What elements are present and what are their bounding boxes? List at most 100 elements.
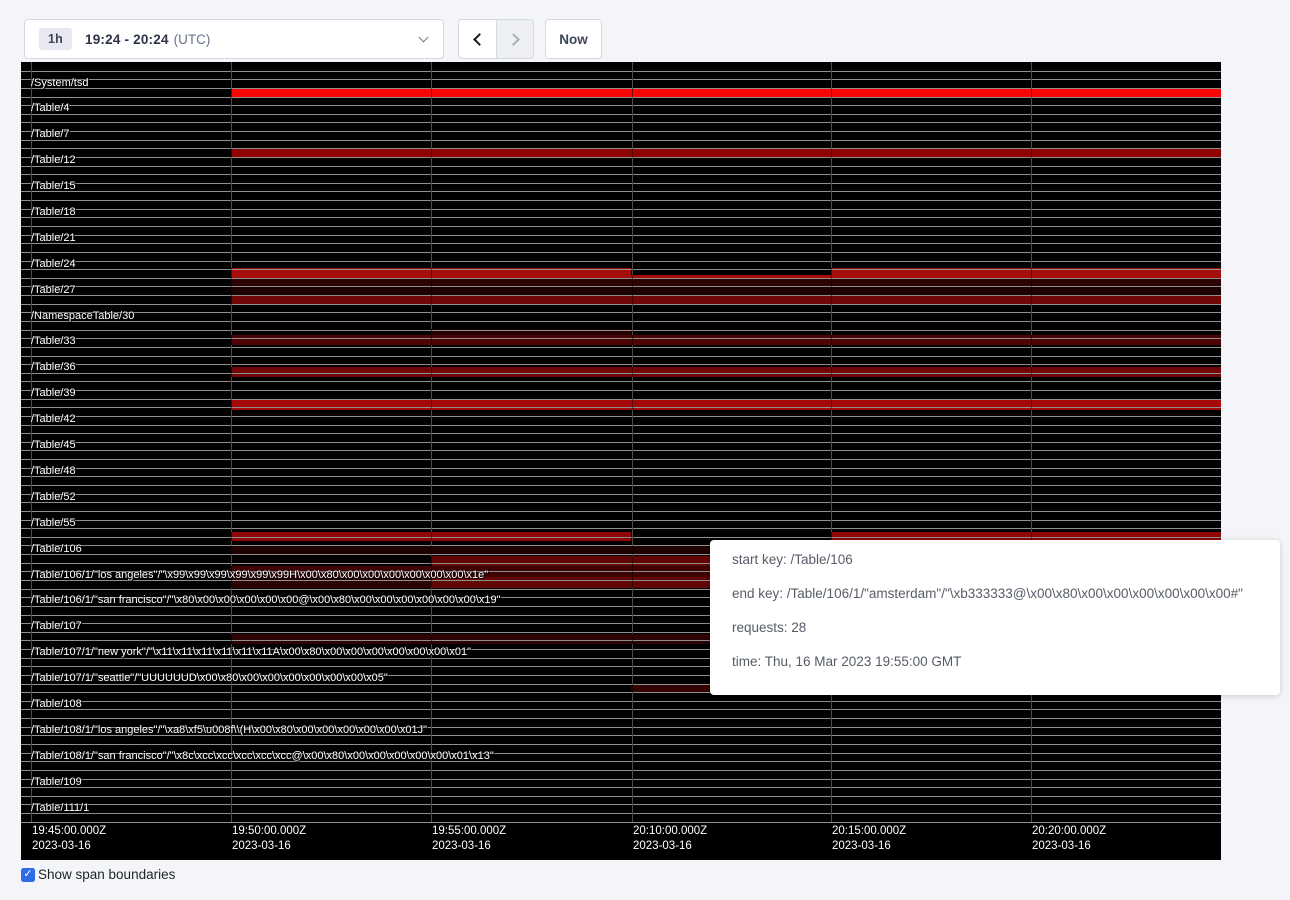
span-boundary-line: [21, 822, 1221, 823]
heat-bar: [231, 400, 1221, 410]
key-span-label: /Table/52: [31, 492, 76, 503]
span-boundary-line: [21, 468, 1221, 469]
span-boundary-line: [21, 399, 1221, 400]
span-boundary-line: [21, 390, 1221, 391]
key-span-label: /Table/106/1/"los angeles"/"\x99\x99\x99…: [31, 570, 488, 581]
span-boundary-line: [21, 157, 1221, 158]
span-boundary-line: [21, 191, 1221, 192]
x-tick-date: 2023-03-16: [832, 840, 891, 853]
heat-bar: [431, 556, 712, 567]
span-boundary-line: [21, 787, 1221, 788]
span-boundary-line: [21, 770, 1221, 771]
span-boundary-line: [21, 407, 1221, 408]
key-span-label: /Table/27: [31, 285, 76, 296]
span-boundary-line: [21, 433, 1221, 434]
x-tick-date: 2023-03-16: [633, 840, 692, 853]
span-boundary-line: [21, 286, 1221, 287]
key-span-label: /Table/24: [31, 259, 76, 270]
span-boundary-line: [21, 321, 1221, 322]
x-tick-date: 2023-03-16: [432, 840, 491, 853]
span-boundary-line: [21, 416, 1221, 417]
span-boundary-line: [21, 709, 1221, 710]
span-boundary-line: [21, 200, 1221, 201]
timezone-text: (UTC): [174, 32, 211, 47]
key-span-label: /Table/108/1/"los angeles"/"\xa8\xf5\u00…: [31, 725, 427, 736]
heat-bar: [231, 278, 1221, 287]
span-boundary-line: [21, 338, 1221, 339]
span-boundary-line: [21, 174, 1221, 175]
key-span-label: /Table/106: [31, 544, 82, 555]
span-boundary-line: [21, 485, 1221, 486]
heat-bar: [231, 634, 712, 644]
span-boundary-line: [21, 226, 1221, 227]
span-boundary-line: [21, 131, 1221, 132]
span-boundary-line: [21, 114, 1221, 115]
key-visualizer-page: 1h 19:24 - 20:24 (UTC) Now /System/tsd/T…: [0, 0, 1290, 900]
time-gridline-overlay: [431, 62, 432, 822]
time-gridline-overlay: [831, 62, 832, 822]
heat-bar: [231, 335, 1221, 345]
key-span-label: /Table/106/1/"san francisco"/"\x80\x00\x…: [31, 595, 501, 606]
span-boundary-line: [21, 459, 1221, 460]
tooltip-requests: requests: 28: [732, 611, 1280, 645]
key-span-label: /Table/39: [31, 388, 76, 399]
span-boundary-line: [21, 269, 1221, 270]
key-span-label: /Table/108: [31, 699, 82, 710]
key-span-label: /Table/48: [31, 466, 76, 477]
tooltip-end-key: end key: /Table/106/1/"amsterdam"/"\xb33…: [732, 577, 1280, 611]
key-span-label: /Table/12: [31, 155, 76, 166]
key-span-label: /Table/15: [31, 181, 76, 192]
time-range-picker[interactable]: 1h 19:24 - 20:24 (UTC): [24, 19, 444, 59]
span-boundary-line: [21, 243, 1221, 244]
time-nav-group: [458, 19, 534, 59]
span-boundary-line: [21, 330, 1221, 331]
time-preset-badge: 1h: [39, 28, 72, 50]
key-span-label: /Table/108/1/"san francisco"/"\x8c\xcc\x…: [31, 751, 494, 762]
span-boundary-line: [21, 122, 1221, 123]
span-boundaries-row: ✓ Show span boundaries: [21, 867, 175, 882]
span-boundary-line: [21, 779, 1221, 780]
key-visualizer-heatmap[interactable]: /System/tsd/Table/4/Table/7/Table/12/Tab…: [21, 62, 1221, 860]
next-range-button[interactable]: [496, 19, 534, 59]
span-boundary-line: [21, 235, 1221, 236]
key-span-label: /Table/109: [31, 777, 82, 788]
previous-range-button[interactable]: [458, 19, 496, 59]
show-span-boundaries-checkbox[interactable]: ✓: [21, 868, 35, 882]
span-boundary-line: [21, 347, 1221, 348]
heat-bar: [231, 148, 1221, 157]
span-boundary-line: [21, 364, 1221, 365]
span-boundary-line: [21, 476, 1221, 477]
x-tick-date: 2023-03-16: [232, 840, 291, 853]
x-tick-time: 20:15:00.000Z: [832, 825, 906, 838]
span-boundary-line: [21, 804, 1221, 805]
span-boundary-line: [21, 373, 1221, 374]
span-boundary-line: [21, 718, 1221, 719]
span-boundary-line: [21, 502, 1221, 503]
x-tick-time: 20:20:00.000Z: [1032, 825, 1106, 838]
time-gridline-overlay: [231, 62, 232, 822]
span-boundary-line: [21, 140, 1221, 141]
key-span-label: /Table/42: [31, 414, 76, 425]
chevron-down-icon: [419, 33, 429, 43]
span-boundary-line: [21, 511, 1221, 512]
span-boundary-line: [21, 71, 1221, 72]
key-span-label: /System/tsd: [31, 78, 88, 89]
x-tick-time: 19:50:00.000Z: [232, 825, 306, 838]
span-boundary-line: [21, 442, 1221, 443]
key-span-label: /Table/111/1: [31, 803, 89, 814]
span-boundary-line: [21, 97, 1221, 98]
x-tick-date: 2023-03-16: [1032, 840, 1091, 853]
span-boundary-line: [21, 278, 1221, 279]
span-boundary-line: [21, 528, 1221, 529]
x-tick-time: 19:55:00.000Z: [432, 825, 506, 838]
time-gridline-overlay: [1031, 62, 1032, 822]
key-span-label: /Table/36: [31, 362, 76, 373]
span-boundary-line: [21, 450, 1221, 451]
tooltip-start-key: start key: /Table/106: [732, 543, 1280, 577]
span-boundary-line: [21, 356, 1221, 357]
now-button[interactable]: Now: [545, 19, 602, 59]
span-boundary-line: [21, 701, 1221, 702]
chevron-right-icon: [507, 33, 520, 46]
span-boundary-line: [21, 295, 1221, 296]
checkmark-icon: ✓: [23, 869, 32, 880]
